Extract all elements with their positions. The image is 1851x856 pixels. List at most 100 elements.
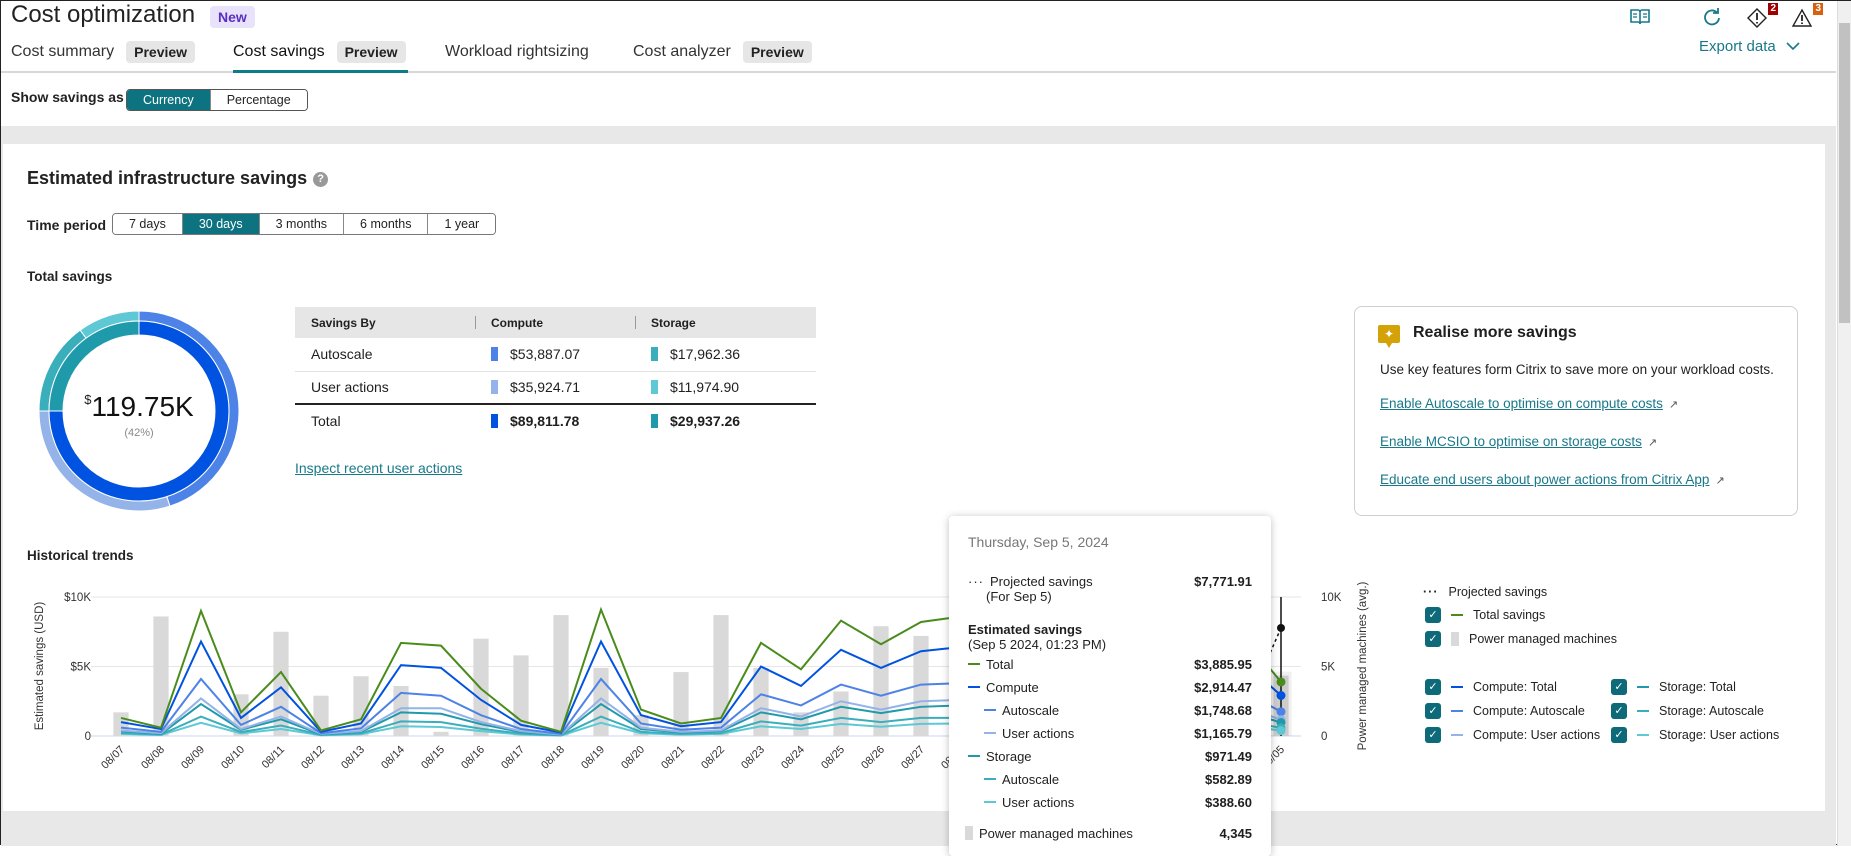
currency-option[interactable]: Currency [127,90,210,110]
x-tick-label: 08/17 [499,744,527,772]
tooltip-projected-row: ··· Projected savings (For Sep 5) $7,771.9… [968,574,1252,604]
preview-badge: Preview [126,41,196,63]
legend-compute-total[interactable]: ✓ Compute: Total [1425,679,1557,695]
legend-total-savings[interactable]: ✓ Total savings [1425,607,1545,623]
book-icon[interactable] [1629,7,1651,29]
legend-storage-user-actions[interactable]: ✓ Storage: User actions [1611,727,1779,743]
storage-user-actions-swatch [651,380,658,395]
savings-mode-toggle: Currency Percentage [126,89,308,111]
show-savings-label: Show savings as [11,89,124,105]
enable-autoscale-link[interactable]: Enable Autoscale to optimise on compute … [1380,396,1663,411]
tooltip-value: $2,914.47 [1194,680,1252,695]
tooltip-label: Projected savings [990,574,1093,589]
tooltip-value: $1,165.79 [1194,726,1252,741]
dotted-line-icon: ··· [968,574,984,589]
hover-point[interactable] [1276,707,1286,717]
time-option-7-days[interactable]: 7 days [113,214,182,234]
checkbox-checked-icon[interactable]: ✓ [1425,703,1441,719]
tooltip-label: Storage [986,749,1032,764]
storage-autoscale-swatch [651,347,658,362]
machines-bar[interactable] [833,691,849,736]
tooltip-value: $971.49 [1205,749,1252,764]
tab-cost-summary[interactable]: Cost summary Preview [11,41,196,73]
export-data-button[interactable]: Export data [1699,38,1800,55]
warning-triangle-icon[interactable]: 3 [1791,3,1823,29]
hover-point[interactable] [1276,690,1286,700]
tab-cost-savings[interactable]: Cost savings Preview [233,41,408,73]
col-storage: Storage [635,307,816,338]
checkbox-checked-icon[interactable]: ✓ [1425,679,1441,695]
estimated-savings-heading: Estimated infrastructure savings? [27,168,329,189]
legend-compute-autoscale[interactable]: ✓ Compute: Autoscale [1425,703,1585,719]
diamond-alert-icon[interactable]: 2 [1746,3,1778,29]
external-link-icon: ↗ [1668,399,1679,411]
legend-label: Compute: Total [1473,680,1557,694]
percentage-option[interactable]: Percentage [209,90,307,110]
x-tick-label: 08/12 [299,744,327,772]
legend-storage-total[interactable]: ✓ Storage: Total [1611,679,1736,695]
realise-description: Use key features form Citrix to save mor… [1380,362,1774,377]
x-tick-label: 08/27 [899,744,927,772]
refresh-icon[interactable] [1701,7,1723,29]
compute-value: $35,924.71 [510,379,581,396]
checkbox-checked-icon[interactable]: ✓ [1425,727,1441,743]
hover-point[interactable] [1276,677,1286,687]
tab-cost-analyzer[interactable]: Cost analyzer Preview [633,41,812,73]
col-compute: Compute [475,307,635,338]
help-icon[interactable]: ? [313,172,329,187]
legend-storage-autoscale[interactable]: ✓ Storage: Autoscale [1611,703,1764,719]
tooltip-label: User actions [1002,726,1075,741]
line-swatch [1637,734,1649,736]
alert-count-badge: 2 [1768,3,1778,15]
tooltip-value: $1,748.68 [1194,703,1252,718]
enable-mcsio-link[interactable]: Enable MCSIO to optimise on storage cost… [1380,434,1642,449]
tooltip-sublabel: (Sep 5 2024, 01:23 PM) [968,637,1107,652]
tooltip-label: Autoscale [1002,703,1060,718]
compute-value: $53,887.07 [510,346,581,363]
storage-value: $29,937.26 [670,413,741,429]
tab-label: Cost analyzer [633,43,731,60]
legend-label: Projected savings [1448,585,1548,599]
checkbox-checked-icon[interactable]: ✓ [1611,703,1627,719]
tooltip-value: $582.89 [1205,772,1252,787]
tooltip-label: Compute [986,680,1039,695]
new-badge: New [210,6,255,28]
chart-tooltip: Thursday, Sep 5, 2024 ··· Projected savin… [949,516,1271,856]
external-link-icon: ↗ [1647,437,1658,449]
hover-point[interactable] [1276,726,1286,736]
inspect-user-actions-link[interactable]: Inspect recent user actions [295,460,462,476]
legend-label: Total savings [1473,608,1546,622]
x-tick-label: 08/23 [739,744,767,772]
machines-bar[interactable] [433,731,449,736]
line-swatch [1637,710,1649,712]
time-option-1-year[interactable]: 1 year [427,214,496,234]
x-tick-label: 08/07 [99,744,127,772]
line-swatch [984,732,996,734]
line-swatch [1451,686,1463,688]
tab-workload-rightsizing[interactable]: Workload rightsizing [445,43,589,73]
historical-trends-label: Historical trends [27,548,134,563]
checkbox-checked-icon[interactable]: ✓ [1611,679,1627,695]
time-option-6-months[interactable]: 6 months [343,214,428,234]
educate-users-link[interactable]: Educate end users about power actions fr… [1380,472,1709,487]
tab-label: Cost savings [233,43,325,60]
machines-bar[interactable] [873,626,889,736]
compute-user-actions-swatch [491,380,498,395]
line-swatch [968,663,980,665]
x-tick-label: 08/15 [419,744,447,772]
scrollbar-thumb[interactable] [1839,23,1850,323]
projected-savings-point[interactable] [1277,623,1285,632]
y-tick-label: 0 [85,731,91,743]
time-option-3-months[interactable]: 3 months [258,214,344,234]
legend-label: Compute: Autoscale [1473,704,1585,718]
legend-power-machines[interactable]: ✓ Power managed machines [1425,631,1617,647]
legend-compute-user-actions[interactable]: ✓ Compute: User actions [1425,727,1600,743]
line-swatch [1451,710,1463,712]
checkbox-checked-icon[interactable]: ✓ [1611,727,1627,743]
checkbox-checked-icon[interactable]: ✓ [1425,631,1441,647]
tooltip-value: 4,345 [1219,826,1252,841]
time-option-30-days[interactable]: 30 days [181,214,259,234]
tooltip-label: Power managed machines [979,826,1133,841]
dotted-line-icon: ··· [1423,585,1439,599]
checkbox-checked-icon[interactable]: ✓ [1425,607,1441,623]
